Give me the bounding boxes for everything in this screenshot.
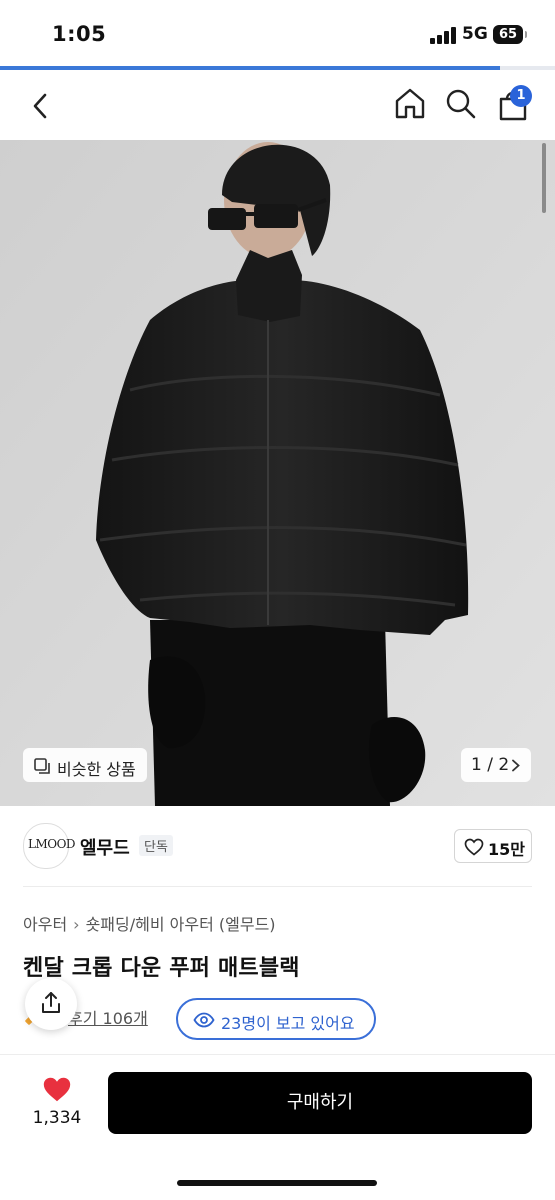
search-icon[interactable] (445, 88, 477, 120)
scroll-indicator[interactable] (542, 143, 546, 213)
brand-like-button[interactable]: 15만 (454, 829, 532, 863)
brand-logo[interactable]: LMOOD (23, 823, 76, 869)
cart-count-badge: 1 (510, 85, 532, 107)
live-viewers-label: 23명이 보고 있어요 (221, 1014, 355, 1033)
network-label: 5G (462, 24, 488, 44)
status-bar: 1:05 5G 65 (0, 0, 555, 68)
brand-logo-text: LMOOD (28, 837, 76, 851)
brand-like-count: 15만 (488, 840, 525, 859)
similar-products-label: 비슷한 상품 (57, 760, 136, 779)
status-time: 1:05 (52, 22, 107, 46)
chevron-right-icon (512, 759, 520, 772)
exclusive-badge: 단독 (139, 835, 173, 856)
share-icon (42, 992, 60, 1013)
wishlist-button[interactable]: 1,334 (25, 1072, 89, 1132)
heart-outline-icon (464, 838, 484, 856)
breadcrumb-item[interactable]: 숏패딩/헤비 아우터 (엘무드) (86, 915, 276, 934)
share-button[interactable] (25, 978, 77, 1030)
wishlist-count: 1,334 (32, 1108, 82, 1128)
breadcrumb-chevron-icon: › (73, 915, 80, 934)
similar-items-icon (34, 758, 50, 774)
top-nav-bar (0, 70, 555, 140)
brand-name[interactable]: 엘무드 (80, 834, 130, 860)
image-page-indicator[interactable]: 1 / 2 (461, 748, 531, 782)
breadcrumb-item[interactable]: 아우터 (23, 915, 67, 934)
section-divider (23, 886, 532, 887)
eye-icon (193, 1012, 215, 1028)
product-title: 켄달 크롭 다운 푸퍼 매트블랙 (23, 956, 300, 981)
breadcrumb: 아우터 › 숏패딩/헤비 아우터 (엘무드) (23, 911, 276, 935)
image-page-label: 1 / 2 (471, 755, 510, 775)
heart-filled-icon (43, 1077, 71, 1102)
live-viewers-badge: 23명이 보고 있어요 (176, 998, 376, 1040)
home-indicator[interactable] (177, 1180, 377, 1186)
battery-icon: 65 (493, 25, 527, 44)
back-icon[interactable] (30, 92, 52, 120)
buy-button[interactable]: 구매하기 (108, 1072, 532, 1134)
signal-icon (430, 27, 456, 44)
review-count-link[interactable]: 후기 106개 (68, 1005, 148, 1029)
home-icon[interactable] (393, 86, 427, 120)
product-image-gallery[interactable] (0, 140, 555, 806)
product-photo (0, 140, 555, 806)
bottom-bar-divider (0, 1054, 555, 1055)
similar-products-button[interactable]: 비슷한 상품 (23, 748, 147, 782)
